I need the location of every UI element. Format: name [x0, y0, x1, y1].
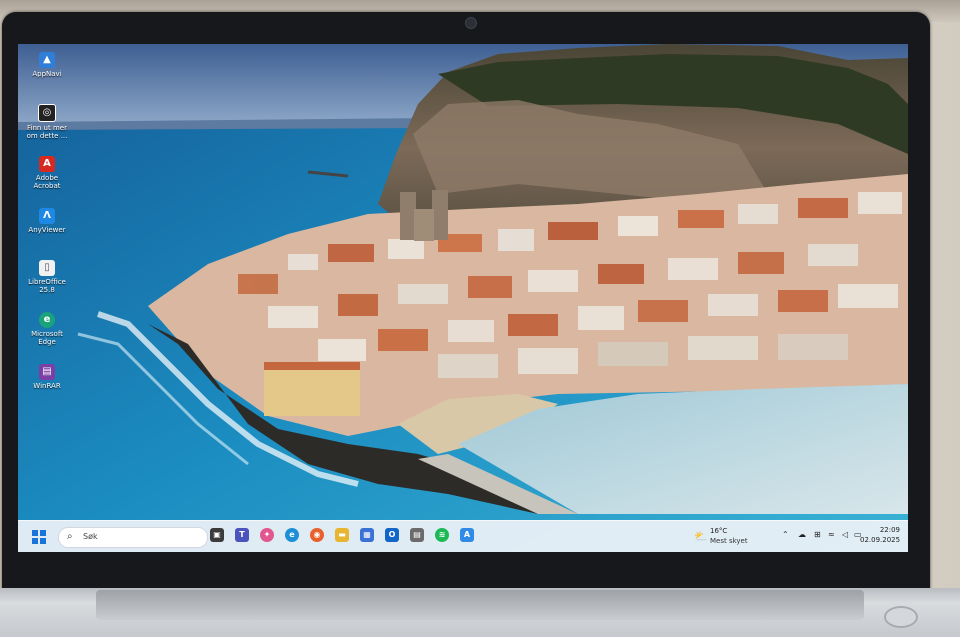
search-icon: ⌕	[67, 531, 73, 542]
anyviewer-icon[interactable]: A	[460, 528, 474, 542]
winrar-icon: ▤	[39, 364, 55, 380]
chevron-up-icon[interactable]: ⌃	[782, 530, 789, 539]
weather-temperature: 16°C	[710, 527, 728, 535]
windows-logo-icon	[32, 530, 38, 536]
calendar-icon[interactable]: ▤	[410, 528, 424, 542]
firefox-icon[interactable]: ◉	[310, 528, 324, 542]
camera-icon: ◎	[38, 104, 56, 122]
desktop-icon-microsoft-edge[interactable]: e Microsoft Edge	[24, 312, 70, 346]
clock-date: 02.09.2025	[860, 536, 901, 544]
search-placeholder: Søk	[83, 532, 98, 541]
start-button[interactable]	[32, 530, 46, 544]
desktop-icon-label: Microsoft Edge	[31, 330, 63, 346]
cloud-icon[interactable]: ☁	[798, 530, 806, 539]
desktop-icon-anyviewer[interactable]: Λ AnyViewer	[24, 208, 70, 234]
spotify-icon[interactable]: ≋	[435, 528, 449, 542]
libreoffice-icon: ▯	[39, 260, 55, 276]
desktop-icon-label: Adobe Acrobat	[33, 174, 61, 190]
weather-condition: Mest skyet	[710, 537, 748, 545]
desktop-icon-adobe-acrobat[interactable]: A Adobe Acrobat	[24, 156, 70, 190]
taskbar-search-box[interactable]: ⌕ Søk	[58, 527, 208, 548]
acrobat-icon: A	[39, 156, 55, 172]
windows-logo-icon	[40, 530, 46, 536]
clock-time: 22:09	[879, 526, 900, 534]
desktop-icon-winrar[interactable]: ▤ WinRAR	[24, 364, 70, 390]
taskbar: ⌕ Søk ▣ T ✦ e ◉ ▬ ▦ O ▤ ≋ A ⛅ 16°C Mest …	[18, 520, 908, 552]
file-explorer-icon[interactable]: ▬	[335, 528, 349, 542]
webcam	[465, 17, 477, 29]
desktop-icon-label: AnyViewer	[28, 226, 66, 234]
weather-widget[interactable]: ⛅ 16°C Mest skyet	[694, 526, 764, 548]
desktop-icon-appnavi[interactable]: ▲ AppNavi	[24, 52, 70, 78]
windows-logo-icon	[32, 538, 38, 544]
copilot-icon[interactable]: ✦	[260, 528, 274, 542]
laptop-screen: ▲ AppNavi ◎ Finn ut mer om dette ... A A…	[18, 44, 908, 552]
edge-icon: e	[39, 312, 55, 328]
desktop-wallpaper	[18, 44, 908, 552]
power-button[interactable]	[884, 606, 918, 628]
desktop-icon-finn-ut-mer[interactable]: ◎ Finn ut mer om dette ...	[24, 104, 70, 140]
desktop-icon-label: WinRAR	[33, 382, 61, 390]
edge-icon[interactable]: e	[285, 528, 299, 542]
task-view-icon[interactable]: ▣	[210, 528, 224, 542]
store-icon[interactable]: ▦	[360, 528, 374, 542]
wifi-icon[interactable]: ≈	[828, 530, 835, 539]
network-icon[interactable]: ⊞	[814, 530, 821, 539]
outlook-icon[interactable]: O	[385, 528, 399, 542]
teams-icon[interactable]: T	[235, 528, 249, 542]
taskbar-clock[interactable]: 22:09 02.09.2025	[860, 525, 900, 545]
desktop-icon-label: Finn ut mer om dette ...	[26, 124, 68, 140]
desktop-icon-label: LibreOffice 25.8	[28, 278, 66, 294]
volume-icon[interactable]: ◁	[842, 530, 848, 539]
app-navigator-icon: ▲	[39, 52, 55, 68]
partly-cloudy-icon: ⛅	[694, 530, 708, 543]
windows-logo-icon	[40, 538, 46, 544]
laptop-hinge	[96, 590, 864, 620]
desktop-icon-label: AppNavi	[32, 70, 62, 78]
anyviewer-icon: Λ	[39, 208, 55, 224]
desktop-icon-libreoffice[interactable]: ▯ LibreOffice 25.8	[24, 260, 70, 294]
